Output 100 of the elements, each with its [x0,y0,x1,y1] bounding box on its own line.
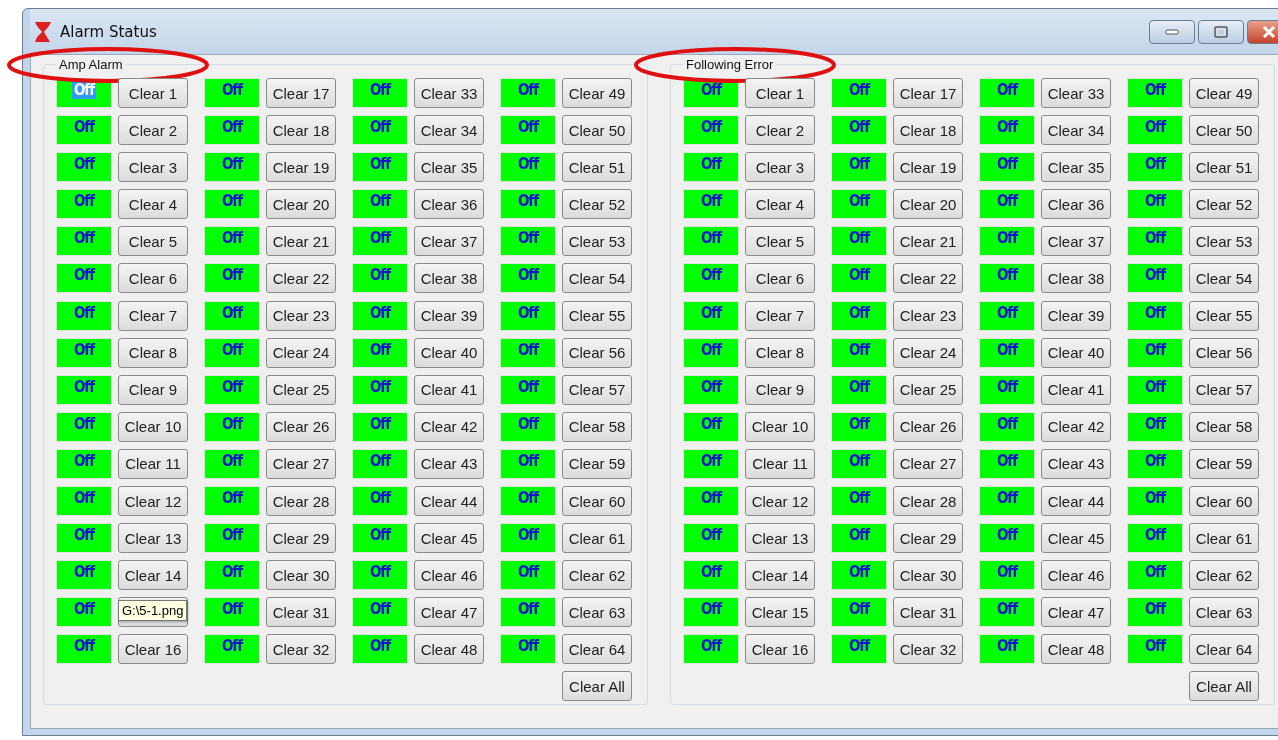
clear-button[interactable]: Clear 21 [893,226,963,257]
clear-button[interactable]: Clear 11 [745,448,815,479]
clear-button[interactable]: Clear 50 [1189,115,1259,146]
clear-button[interactable]: Clear 56 [562,337,632,368]
clear-button[interactable]: Clear 55 [1189,300,1259,331]
clear-button[interactable]: Clear 14 [118,560,188,591]
clear-button[interactable]: Clear 14 [745,560,815,591]
clear-button[interactable]: Clear 37 [414,226,484,257]
clear-button[interactable]: Clear 34 [1041,115,1111,146]
clear-button[interactable]: Clear 63 [1189,597,1259,628]
clear-button[interactable]: Clear 52 [1189,189,1259,220]
clear-button[interactable]: Clear 39 [414,300,484,331]
clear-button[interactable]: Clear 49 [562,78,632,108]
clear-button[interactable]: Clear 38 [414,263,484,294]
clear-button[interactable]: Clear 62 [562,560,632,591]
clear-button[interactable]: Clear 13 [118,523,188,554]
clear-button[interactable]: Clear 12 [118,486,188,517]
clear-button[interactable]: Clear 25 [893,374,963,405]
clear-button[interactable]: Clear 10 [745,411,815,442]
clear-button[interactable]: Clear 48 [414,634,484,665]
clear-button[interactable]: Clear 20 [893,189,963,220]
clear-button[interactable]: Clear 55 [562,300,632,331]
clear-button[interactable]: Clear 27 [893,448,963,479]
clear-button[interactable]: Clear 51 [562,152,632,183]
clear-button[interactable]: Clear 2 [745,115,815,146]
clear-button[interactable]: Clear 13 [745,523,815,554]
clear-button[interactable]: Clear 4 [118,189,188,220]
clear-button[interactable]: Clear 29 [893,523,963,554]
maximize-button[interactable] [1198,19,1244,44]
clear-button[interactable]: Clear 7 [745,300,815,331]
clear-button[interactable]: Clear 61 [562,523,632,554]
clear-button[interactable]: Clear 22 [893,263,963,294]
clear-button[interactable]: Clear 53 [562,226,632,257]
clear-button[interactable]: Clear 28 [266,486,336,517]
clear-button[interactable]: Clear 1 [745,78,815,108]
clear-button[interactable]: Clear 3 [745,152,815,183]
clear-button[interactable]: Clear 18 [893,115,963,146]
clear-button[interactable]: Clear 49 [1189,78,1259,108]
clear-button[interactable]: Clear 58 [1189,411,1259,442]
clear-button[interactable]: Clear 25 [266,374,336,405]
clear-button[interactable]: Clear 17 [893,78,963,108]
clear-button[interactable]: Clear 24 [893,337,963,368]
clear-button[interactable]: Clear 41 [1041,374,1111,405]
clear-button[interactable]: Clear 59 [1189,448,1259,479]
minimize-button[interactable] [1149,19,1195,44]
clear-button[interactable]: Clear 4 [745,189,815,220]
clear-button[interactable]: Clear 8 [118,337,188,368]
clear-button[interactable]: Clear 27 [266,448,336,479]
clear-button[interactable]: Clear 35 [1041,152,1111,183]
clear-button[interactable]: Clear 36 [414,189,484,220]
clear-button[interactable]: Clear 5 [745,226,815,257]
clear-button[interactable]: Clear 15 [745,597,815,628]
clear-button[interactable]: Clear 47 [1041,597,1111,628]
clear-button[interactable]: Clear 6 [745,263,815,294]
clear-all-button[interactable]: Clear All [1189,671,1259,702]
clear-button[interactable]: Clear 36 [1041,189,1111,220]
clear-button[interactable]: Clear 6 [118,263,188,294]
clear-button[interactable]: Clear 42 [414,411,484,442]
clear-button[interactable]: Clear 16 [118,634,188,665]
clear-button[interactable]: Clear 26 [266,411,336,442]
clear-button[interactable]: Clear 11 [118,448,188,479]
clear-button[interactable]: Clear 29 [266,523,336,554]
clear-button[interactable]: Clear 24 [266,337,336,368]
clear-button[interactable]: Clear 35 [414,152,484,183]
clear-button[interactable]: Clear 32 [893,634,963,665]
clear-button[interactable]: Clear 44 [414,486,484,517]
clear-button[interactable]: Clear 37 [1041,226,1111,257]
clear-button[interactable]: Clear 43 [414,448,484,479]
clear-button[interactable]: Clear 60 [562,486,632,517]
clear-button[interactable]: Clear 31 [266,597,336,628]
clear-button[interactable]: Clear 12 [745,486,815,517]
clear-button[interactable]: Clear 51 [1189,152,1259,183]
clear-button[interactable]: Clear 50 [562,115,632,146]
clear-button[interactable]: Clear 64 [1189,634,1259,665]
clear-button[interactable]: Clear 22 [266,263,336,294]
clear-button[interactable]: Clear 44 [1041,486,1111,517]
clear-button[interactable]: Clear 43 [1041,448,1111,479]
clear-button[interactable]: Clear 3 [118,152,188,183]
clear-button[interactable]: Clear 53 [1189,226,1259,257]
clear-button[interactable]: Clear 5 [118,226,188,257]
clear-button[interactable]: Clear 7 [118,300,188,331]
clear-button[interactable]: Clear 40 [414,337,484,368]
clear-button[interactable]: Clear 52 [562,189,632,220]
clear-button[interactable]: Clear 46 [414,560,484,591]
clear-button[interactable]: Clear 23 [893,300,963,331]
clear-button[interactable]: Clear 62 [1189,560,1259,591]
clear-button[interactable]: Clear 41 [414,374,484,405]
clear-button[interactable]: Clear 30 [893,560,963,591]
clear-button[interactable]: Clear 19 [266,152,336,183]
clear-button[interactable]: Clear 60 [1189,486,1259,517]
clear-button[interactable]: Clear 38 [1041,263,1111,294]
clear-button[interactable]: Clear 39 [1041,300,1111,331]
clear-button[interactable]: Clear 34 [414,115,484,146]
clear-button[interactable]: Clear 18 [266,115,336,146]
clear-button[interactable]: Clear 28 [893,486,963,517]
clear-button[interactable]: Clear 56 [1189,337,1259,368]
clear-button[interactable]: Clear 61 [1189,523,1259,554]
clear-button[interactable]: Clear 2 [118,115,188,146]
close-button[interactable] [1247,19,1278,44]
clear-button[interactable]: Clear 45 [1041,523,1111,554]
